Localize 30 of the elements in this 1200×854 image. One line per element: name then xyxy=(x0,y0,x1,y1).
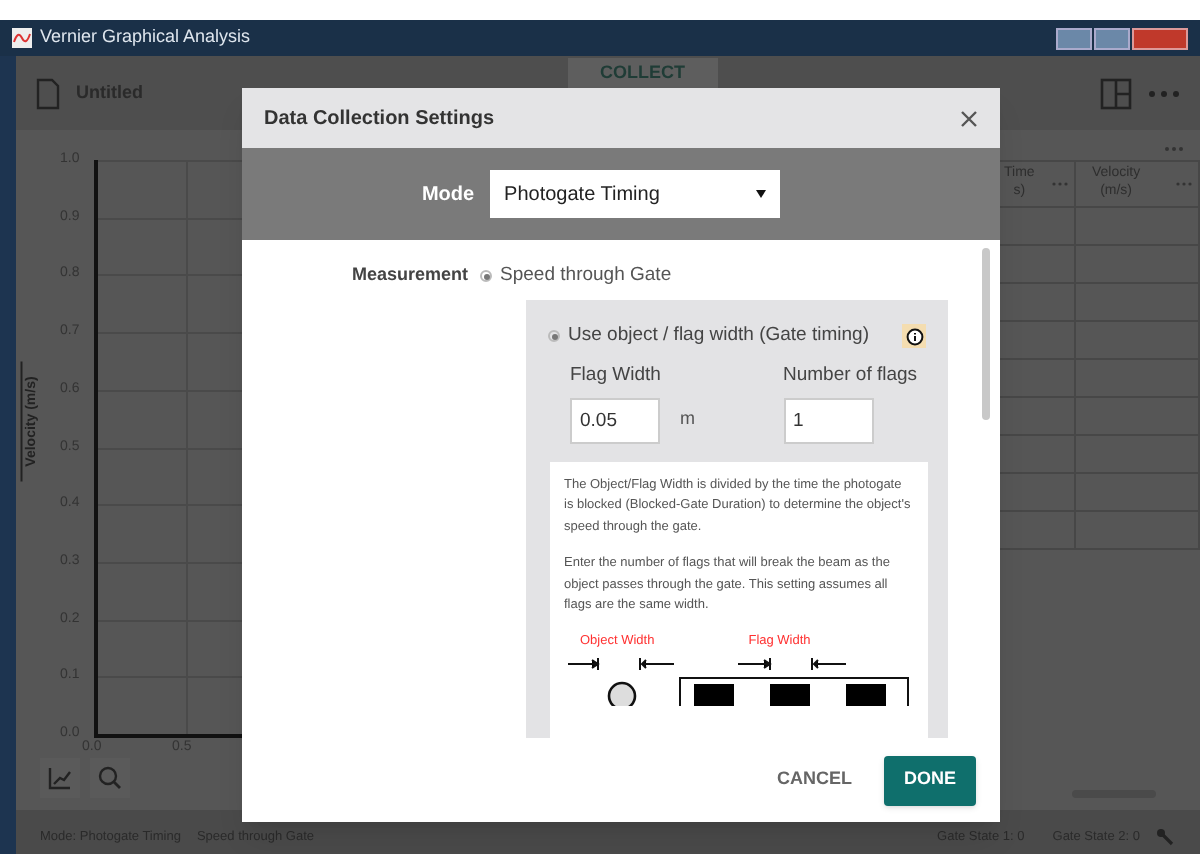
measurement-radio[interactable]: Speed through Gate xyxy=(480,262,672,291)
unit-label: m xyxy=(680,406,695,433)
flag-width-input[interactable]: 0.05 xyxy=(570,397,660,443)
graph-options-button[interactable] xyxy=(40,758,80,798)
more-icon[interactable] xyxy=(1148,89,1180,97)
close-button[interactable] xyxy=(1132,27,1188,49)
line-graph-icon xyxy=(48,766,72,790)
field-label: Flag Width xyxy=(570,362,663,391)
layout-icon[interactable] xyxy=(1100,77,1132,109)
measurement-label: Measurement xyxy=(352,262,469,289)
mode-dropdown[interactable]: Photogate Timing xyxy=(490,170,781,218)
app-logo-icon xyxy=(12,28,32,48)
dialog-title: Data Collection Settings xyxy=(264,105,495,133)
window-title: Vernier Graphical Analysis xyxy=(40,24,251,51)
flag-count-input[interactable]: 1 xyxy=(783,397,873,443)
gate-timing-radio[interactable]: Use object / flag width (Gate timing) xyxy=(548,322,869,351)
maximize-button[interactable] xyxy=(1094,27,1130,49)
dropdown-caret-icon xyxy=(756,190,767,198)
mode-label: Mode xyxy=(421,181,475,209)
document-icon[interactable] xyxy=(36,77,60,109)
done-button[interactable]: DONE xyxy=(883,755,976,805)
cancel-button[interactable]: CANCEL xyxy=(772,766,856,794)
wrench-icon[interactable] xyxy=(1156,828,1176,848)
scrollbar-thumb[interactable] xyxy=(982,248,990,420)
zoom-icon xyxy=(98,766,122,790)
field-label: Number of flags xyxy=(783,362,918,391)
zoom-button[interactable] xyxy=(90,758,130,798)
close-icon[interactable] xyxy=(960,109,978,127)
minimize-button[interactable] xyxy=(1056,27,1092,49)
info-icon[interactable] xyxy=(902,324,926,349)
